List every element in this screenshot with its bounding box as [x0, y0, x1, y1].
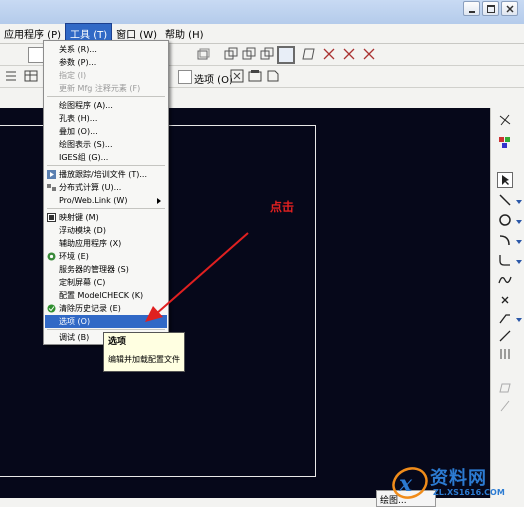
- window-titlebar: [0, 0, 524, 24]
- use-edge-dropdown-icon[interactable]: [516, 318, 522, 322]
- menu-item-server-manager[interactable]: 服务器的管理器 (S): [45, 263, 167, 276]
- tooltip-title: 选项: [108, 337, 127, 347]
- line-icon[interactable]: [497, 192, 513, 208]
- erase-icon[interactable]: [362, 47, 376, 61]
- tools-dropdown-menu: 关系 (R)... 参数 (P)... 指定 (I) 更新 Mfg 注释元素 (…: [43, 40, 169, 345]
- menu-item-pro-weblink[interactable]: Pro/Web.Link (W): [45, 194, 167, 207]
- close-icon: [505, 4, 514, 13]
- menu-item-iges-group[interactable]: IGES组 (G)...: [45, 151, 167, 164]
- menu-item-relations[interactable]: 关系 (R)...: [45, 43, 167, 56]
- menu-separator: [47, 208, 165, 209]
- disabled-parallelogram-icon: [497, 380, 513, 396]
- menu-item-drawing-representation[interactable]: 绘图表示 (S)...: [45, 138, 167, 151]
- fillet-dropdown-icon[interactable]: [516, 260, 522, 264]
- select-box-button[interactable]: [28, 47, 44, 63]
- menu-item-clear-history[interactable]: 清除历史记录 (E): [45, 302, 167, 315]
- mapkey-icon: [47, 213, 56, 222]
- print-preview-icon[interactable]: [248, 69, 262, 83]
- menu-item-assign[interactable]: 指定 (I): [45, 69, 167, 82]
- menu-item-customize-screen[interactable]: 定制屏幕 (C): [45, 276, 167, 289]
- arc-dropdown-icon[interactable]: [516, 240, 522, 244]
- move-view-icon[interactable]: [242, 47, 256, 61]
- menu-item-floating-modules[interactable]: 浮动模块 (D): [45, 224, 167, 237]
- menu-item-mapkeys[interactable]: 映射键 (M): [45, 211, 167, 224]
- playback-icon: [47, 170, 56, 179]
- mirror-icon[interactable]: [497, 346, 513, 362]
- option-box-icon[interactable]: [178, 70, 192, 84]
- circle-dropdown-icon[interactable]: [516, 220, 522, 224]
- scale-view-icon[interactable]: [260, 47, 274, 61]
- delete-icon[interactable]: [342, 47, 356, 61]
- menu-item-config-modelcheck[interactable]: 配置 ModelCHECK (K): [45, 289, 167, 302]
- dimension-icon[interactable]: [497, 112, 513, 128]
- environment-icon: [47, 252, 56, 261]
- menu-separator: [47, 329, 165, 330]
- layer-icon[interactable]: [196, 47, 210, 61]
- line-dropdown-icon[interactable]: [516, 200, 522, 204]
- menu-item-environment[interactable]: 环境 (E): [45, 250, 167, 263]
- copy-view-icon[interactable]: [224, 47, 238, 61]
- watermark-text: 资料网: [430, 468, 487, 489]
- disabled-slash-icon: [497, 398, 513, 414]
- tooltip-description: 编辑并加载配置文件: [108, 355, 180, 364]
- menu-item-overlay[interactable]: 叠加 (O)...: [45, 125, 167, 138]
- distributed-icon: [47, 184, 56, 191]
- watermark-logo: x 资料网 ZL.XS1616.COM: [388, 462, 522, 504]
- window-controls: [463, 1, 518, 16]
- close-window-icon[interactable]: [230, 69, 244, 83]
- watermark-url: ZL.XS1616.COM: [433, 488, 505, 497]
- spline-icon[interactable]: [497, 272, 513, 288]
- maximize-button[interactable]: [482, 1, 499, 16]
- circle-icon[interactable]: [497, 212, 513, 228]
- offset-icon[interactable]: [497, 328, 513, 344]
- close-button[interactable]: [501, 1, 518, 16]
- menu-item-label: 映射键 (M): [59, 213, 99, 222]
- frame-view-button[interactable]: [277, 46, 295, 64]
- maximize-icon: [486, 4, 495, 13]
- menu-item-label: Pro/Web.Link (W): [59, 196, 128, 205]
- options-tooltip: 选项 编辑并加载配置文件: [103, 332, 185, 372]
- point-icon[interactable]: [497, 292, 513, 308]
- menu-item-parameters[interactable]: 参数 (P)...: [45, 56, 167, 69]
- menu-item-drawing-program[interactable]: 绘图程序 (A)...: [45, 99, 167, 112]
- minimize-icon: [468, 10, 475, 13]
- sheet-icon[interactable]: [302, 47, 316, 61]
- submenu-arrow-icon: [157, 198, 161, 204]
- menu-item-distributed-computing[interactable]: 分布式计算 (U)...: [45, 181, 167, 194]
- svg-text:x: x: [398, 471, 413, 497]
- menu-item-update-mfg[interactable]: 更新 Mfg 注释元素 (F): [45, 82, 167, 95]
- menu-item-label: 播放跟踪/培训文件 (T)...: [59, 170, 147, 179]
- fillet-icon[interactable]: [497, 252, 513, 268]
- menu-item-label: 清除历史记录 (E): [59, 304, 121, 313]
- menu-item-playback-trail[interactable]: 播放跟踪/培训文件 (T)...: [45, 168, 167, 181]
- watermark-emblem-icon: x: [392, 467, 428, 499]
- table-icon[interactable]: [24, 69, 38, 83]
- list-icon[interactable]: [4, 69, 18, 83]
- click-annotation-label: 点击: [270, 200, 295, 214]
- use-edge-icon[interactable]: [497, 310, 513, 326]
- menu-separator: [47, 165, 165, 166]
- palette-icon[interactable]: [497, 134, 513, 150]
- clear-history-icon: [47, 304, 56, 313]
- menu-item-auxiliary-applications[interactable]: 辅助应用程序 (X): [45, 237, 167, 250]
- repaint-icon[interactable]: [322, 47, 336, 61]
- menu-separator: [47, 96, 165, 97]
- select-arrow-icon[interactable]: [497, 172, 513, 188]
- menu-item-label: 环境 (E): [59, 252, 89, 261]
- menu-item-label: 分布式计算 (U)...: [59, 183, 122, 192]
- page-icon[interactable]: [266, 69, 280, 83]
- arc-icon[interactable]: [497, 232, 513, 248]
- menu-item-options[interactable]: 选项 (O): [45, 315, 167, 328]
- options-toolbar-label[interactable]: 选项 (O): [194, 71, 233, 86]
- menu-item-hole-table[interactable]: 孔表 (H)...: [45, 112, 167, 125]
- minimize-button[interactable]: [463, 1, 480, 16]
- sketch-toolbar: [490, 108, 524, 507]
